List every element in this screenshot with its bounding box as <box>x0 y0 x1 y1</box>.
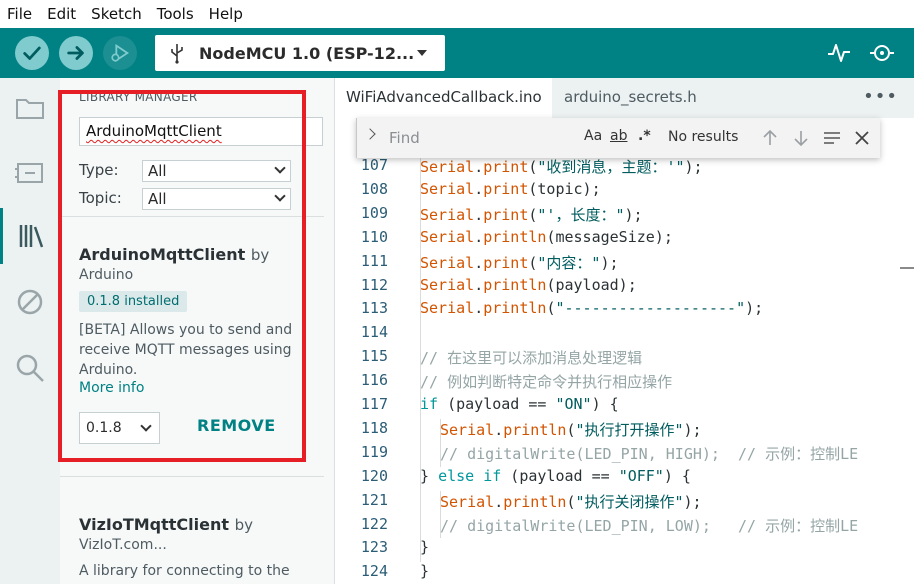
find-in-selection-icon[interactable] <box>822 128 842 148</box>
code-line: Serial.println("执行关闭操作"); <box>440 492 702 511</box>
checkmark-icon <box>23 46 41 60</box>
no-entry-icon <box>17 289 43 315</box>
library-item-name: VizIoTMqttClient by <box>79 515 253 534</box>
find-widget: Find Aa ab .* No results <box>356 118 880 158</box>
code-line: // digitalWrite(LED_PIN, LOW); // 示例：控制L… <box>440 516 859 535</box>
line-number: 114 <box>360 323 388 342</box>
line-number: 109 <box>360 203 388 222</box>
board-icon <box>15 163 43 183</box>
library-description: A library for connecting to the <box>79 563 290 579</box>
board-selector[interactable]: NodeMCU 1.0 (ESP-12... <box>155 35 445 71</box>
line-number: 118 <box>360 418 388 437</box>
line-number: 108 <box>360 179 388 198</box>
menu-help[interactable]: Help <box>209 5 243 23</box>
scrollbar-marker <box>900 267 914 269</box>
code-line: Serial.println("-------------------"); <box>420 299 764 318</box>
menu-bar: File Edit Sketch Tools Help <box>0 0 914 28</box>
line-number: 117 <box>360 395 388 413</box>
code-line: // digitalWrite(LED_PIN, HIGH); // 示例：控制… <box>440 444 859 463</box>
match-case-toggle[interactable]: Aa <box>584 128 602 144</box>
usb-icon <box>171 44 183 64</box>
folder-icon <box>16 99 44 119</box>
search-panel-button[interactable] <box>0 340 60 396</box>
library-manager-button[interactable] <box>0 208 60 264</box>
line-number: 121 <box>360 490 388 509</box>
verify-button[interactable] <box>15 36 49 70</box>
debug-button[interactable] <box>103 36 137 70</box>
indent-guide <box>420 156 421 563</box>
tab-arduino-secrets[interactable]: arduino_secrets.h <box>554 78 707 118</box>
code-line: Serial.print("收到消息，主题：'"); <box>420 158 703 176</box>
more-actions-icon[interactable]: ••• <box>863 86 898 107</box>
arrow-down-icon[interactable] <box>791 128 811 148</box>
menu-sketch[interactable]: Sketch <box>91 5 142 23</box>
menu-tools[interactable]: Tools <box>157 5 194 23</box>
code-line: Serial.print("内容："); <box>420 253 619 272</box>
line-number: 115 <box>360 347 388 366</box>
line-number: 111 <box>360 251 388 270</box>
close-icon[interactable] <box>852 128 872 148</box>
code-line: Serial.println("执行打开操作"); <box>440 420 702 439</box>
menu-file[interactable]: File <box>7 5 32 23</box>
code-line: } else if (payload == "OFF") { <box>420 466 691 485</box>
line-number: 122 <box>360 514 388 533</box>
board-name: NodeMCU 1.0 (ESP-12... <box>199 43 415 63</box>
code-line: Serial.print("'，长度："); <box>420 205 643 224</box>
find-results: No results <box>668 129 739 145</box>
toolbar: NodeMCU 1.0 (ESP-12... <box>0 28 914 78</box>
arrow-right-icon <box>67 46 84 60</box>
debug-icon <box>111 43 129 63</box>
whole-word-toggle[interactable]: ab <box>610 128 627 144</box>
boards-manager-button[interactable] <box>0 145 60 201</box>
line-number: 110 <box>360 227 388 246</box>
line-number: 123 <box>360 538 388 557</box>
line-number: 116 <box>360 371 388 390</box>
arrow-up-icon[interactable] <box>760 128 780 148</box>
debug-panel-button[interactable] <box>0 274 60 330</box>
indent-guide <box>440 418 441 467</box>
line-number: 113 <box>360 299 388 318</box>
editor-tabs: WiFiAdvancedCallback.ino arduino_secrets… <box>336 78 914 118</box>
tab-wifiadvancedcallback[interactable]: WiFiAdvancedCallback.ino <box>336 78 552 118</box>
line-number: 120 <box>360 466 388 485</box>
code-line: if (payload == "ON") { <box>420 395 619 413</box>
library-author: VizIoT.com... <box>79 537 167 553</box>
code-editor[interactable]: 107 Serial.print("收到消息，主题：'"); 108 Serial.p… <box>336 118 914 584</box>
library-by-text: by <box>234 516 254 534</box>
code-line: } <box>420 562 430 581</box>
code-line: Serial.println(payload); <box>420 275 637 294</box>
sketchbook-button[interactable] <box>0 80 60 136</box>
serial-monitor-icon[interactable] <box>869 40 895 66</box>
upload-button[interactable] <box>59 36 93 70</box>
library-icon <box>19 225 43 248</box>
code-line: // 例如判断特定命令并执行相应操作 <box>420 373 673 392</box>
regex-toggle[interactable]: .* <box>638 128 651 144</box>
line-number: 119 <box>360 442 388 461</box>
chevron-right-icon[interactable] <box>364 128 376 140</box>
line-number: 124 <box>360 562 388 581</box>
code-line: } <box>420 538 430 557</box>
serial-plotter-icon[interactable] <box>826 40 852 66</box>
chevron-down-icon <box>417 50 427 56</box>
code-line: Serial.print(topic); <box>420 179 601 198</box>
library-name-text: VizIoTMqttClient <box>79 515 230 534</box>
indent-guide <box>440 490 441 539</box>
search-icon <box>16 354 44 382</box>
line-number: 112 <box>360 275 388 294</box>
divider <box>60 476 324 477</box>
code-line: // 在这里可以添加消息处理逻辑 <box>420 349 643 368</box>
highlight-annotation <box>58 90 306 462</box>
code-line: Serial.println(messageSize); <box>420 227 673 246</box>
activity-bar <box>0 78 60 584</box>
menu-edit[interactable]: Edit <box>47 5 76 23</box>
line-number: 107 <box>360 156 388 174</box>
